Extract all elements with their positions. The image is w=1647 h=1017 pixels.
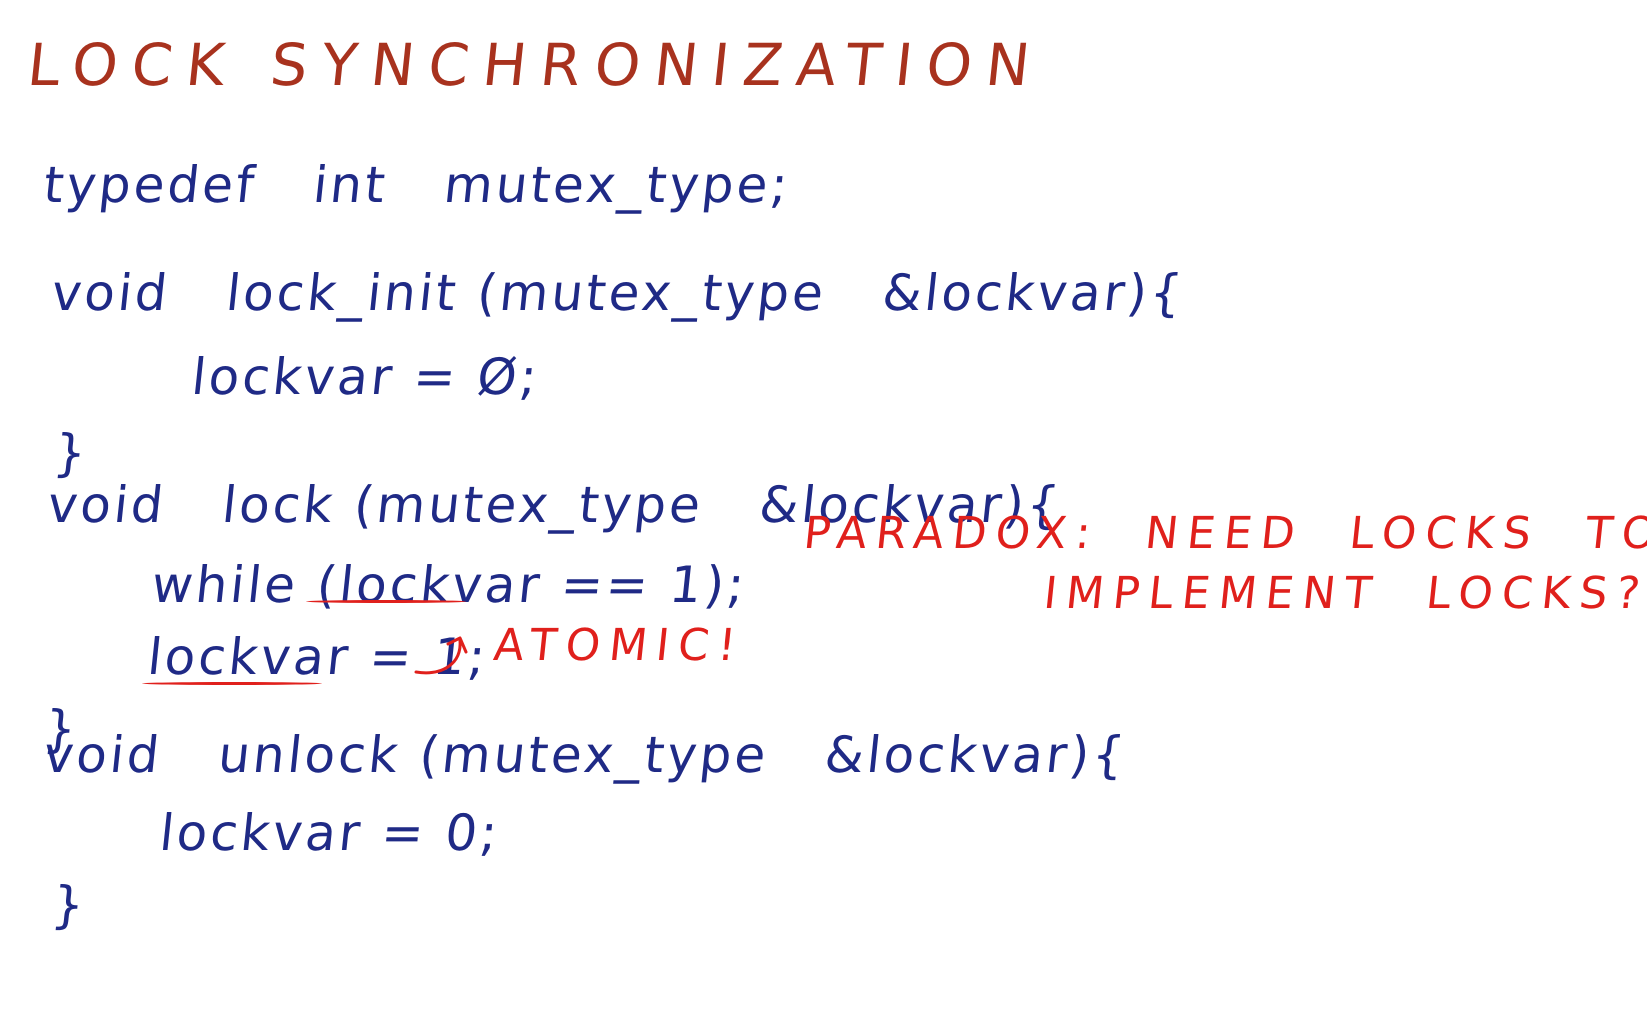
atomic-annotation: ATOMIC!	[491, 620, 748, 671]
assign-lockvar-underline	[142, 682, 322, 685]
lock-while-line: while (lockvar == 1);	[148, 556, 751, 614]
while-lockvar-underline	[306, 600, 466, 603]
unlock-signature: void unlock (mutex_type &lockvar){	[40, 726, 1131, 784]
unlock-close-brace: }	[48, 876, 90, 934]
paradox-line-1: PARADOX: NEED LOCKS TO	[801, 508, 1647, 559]
unlock-body: lockvar = 0;	[156, 804, 504, 862]
paradox-line-2: IMPLEMENT LOCKS?	[1041, 568, 1647, 619]
atomic-arrow-head	[446, 636, 468, 654]
page-title: LOCK SYNCHRONIZATION	[24, 31, 1048, 99]
atomic-arrow-curve	[414, 638, 462, 675]
typedef-line: typedef int mutex_type;	[40, 156, 794, 214]
lock-init-body: lockvar = Ø;	[188, 348, 543, 406]
atomic-arrow	[414, 636, 468, 675]
lock-init-signature: void lock_init (mutex_type &lockvar){	[48, 264, 1188, 322]
lock-init-close-brace: }	[50, 424, 92, 482]
